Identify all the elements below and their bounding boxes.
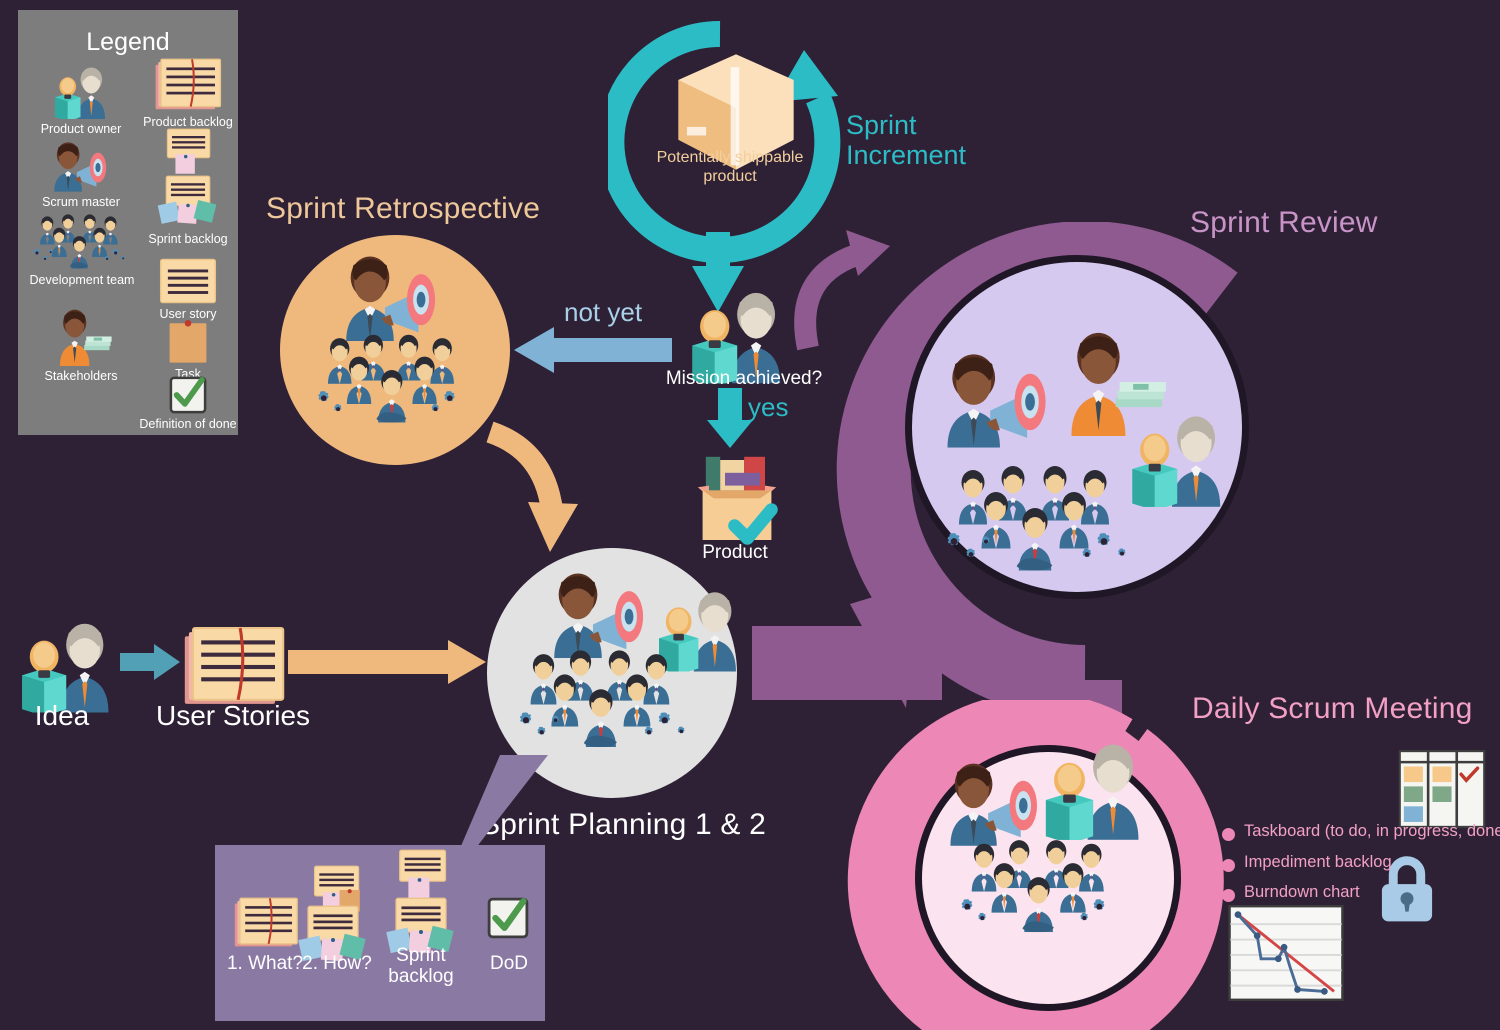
legend-label: Development team <box>29 273 135 287</box>
burndown-chart-icon <box>1228 905 1344 1001</box>
taskboard-icon <box>1398 750 1486 828</box>
product-label: Product <box>702 542 768 563</box>
legend-item-sprint-backlog: Sprint backlog <box>140 128 236 247</box>
legend-label: Definition of done <box>139 417 237 431</box>
decision-yes-label: yes <box>748 392 789 422</box>
user-stories-label: User Stories <box>155 700 311 731</box>
product-owner-icon <box>1035 740 1153 840</box>
scrum-master-icon <box>930 350 1066 448</box>
task-icon <box>167 318 209 364</box>
development-team-icon <box>961 840 1105 933</box>
legend-item-scrum-master: Scrum master <box>26 140 136 209</box>
legend-item-product-owner: Product owner <box>26 65 136 136</box>
idea-to-stories-arrow <box>120 644 180 680</box>
development-team-icon <box>318 334 455 423</box>
product-owner-icon <box>49 65 113 119</box>
legend-item-definition-of-done: Definition of done <box>128 376 248 431</box>
definition-of-done-icon <box>169 376 207 414</box>
legend-label: Sprint backlog <box>148 232 228 246</box>
definition-of-done-icon <box>487 897 529 939</box>
user-story-icon <box>159 258 217 304</box>
planning-item-label: 2. How? <box>302 953 372 974</box>
decision-no-label: not yet <box>564 297 643 327</box>
daily-scrum-title: Daily Scrum Meeting <box>1192 692 1473 725</box>
legend-item-product-backlog: Product backlog <box>140 58 236 129</box>
user-stories-icon <box>180 626 288 708</box>
planning-item-label: Sprint backlog <box>388 945 454 987</box>
legend-title: Legend <box>86 28 170 56</box>
bullet-dot <box>1222 889 1235 902</box>
development-team-icon <box>520 650 685 748</box>
retrospective-to-planning-arrow <box>486 421 578 552</box>
bullet-dot <box>1222 828 1235 841</box>
product-icon <box>678 452 796 548</box>
bullet-label: Burndown chart <box>1244 883 1360 901</box>
legend-item-stakeholders: Stakeholders <box>26 308 136 383</box>
stories-to-planning-arrow <box>288 640 486 684</box>
bullet-dot <box>1222 859 1235 872</box>
sprint-backlog-icon <box>155 175 221 229</box>
legend-panel: Legend Product owner Scrum master Develo… <box>18 10 238 435</box>
bullet-label: Impediment backlog <box>1244 853 1392 871</box>
legend-item-development-team: Development team <box>22 212 142 287</box>
not-yet-arrow <box>514 327 672 373</box>
sprint-review-to-increment-arrow <box>794 230 890 351</box>
sprint-planning-panel: 1. What? 2. How? Sprint backlog DoD <box>215 845 545 1021</box>
scrum-master-icon <box>45 140 117 192</box>
scrum-process-diagram: Legend Product owner Scrum master Develo… <box>0 0 1500 1030</box>
legend-label: Stakeholders <box>44 369 118 383</box>
legend-label: Scrum master <box>42 195 120 209</box>
legend-label: Product owner <box>40 122 122 136</box>
development-team-icon <box>33 214 125 269</box>
legend-item-user-story: User story <box>140 258 236 321</box>
product-backlog-icon <box>154 58 222 112</box>
development-team-icon <box>947 466 1126 571</box>
card-pink-icon <box>159 128 217 176</box>
product-backlog-icon <box>233 897 299 949</box>
shippable-product-label: Potentially shippable product <box>656 149 804 185</box>
scrum-master-icon <box>330 253 454 341</box>
purple-connector-band <box>752 626 942 700</box>
sprint-increment-title: Sprint Increment <box>846 110 967 170</box>
idea-label: Idea <box>34 700 90 731</box>
sprint-review-title: Sprint Review <box>1190 206 1378 239</box>
legend-label: Product backlog <box>143 115 233 129</box>
bullet-label: Taskboard (to do, in progress, done) <box>1244 822 1500 840</box>
card-pink-icon <box>391 849 453 901</box>
mission-achieved-label: Mission achieved? <box>665 368 823 389</box>
legend-item-task: Task <box>140 318 236 381</box>
sprint-retrospective-title: Sprint Retrospective <box>266 192 541 225</box>
planning-item-label: DoD <box>489 953 528 974</box>
stakeholders-icon <box>48 308 114 366</box>
